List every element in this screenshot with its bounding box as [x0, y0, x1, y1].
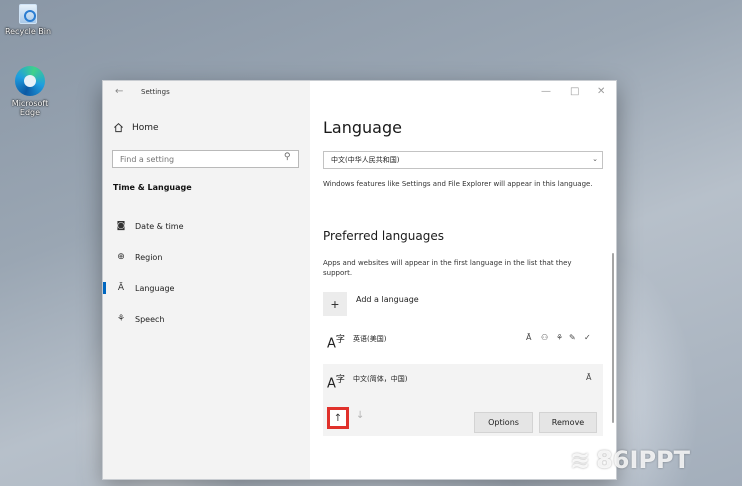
- back-button[interactable]: ←: [115, 86, 123, 97]
- sidebar-item-label: Language: [135, 283, 175, 293]
- microphone-icon: ⚘: [556, 333, 564, 342]
- close-button[interactable]: ✕: [597, 86, 605, 97]
- options-button[interactable]: Options: [474, 412, 533, 433]
- spelling-icon: ✓: [584, 333, 591, 342]
- add-language-label[interactable]: Add a language: [356, 295, 419, 304]
- sidebar: ← Settings Home ⚲ Time & Language ◙ Date…: [103, 81, 310, 479]
- minimize-button[interactable]: —: [541, 86, 551, 97]
- sidebar-item-language[interactable]: Ā Language: [103, 277, 310, 299]
- sidebar-item-speech[interactable]: ⚘ Speech: [103, 308, 310, 330]
- language-glyph-icon: A字: [327, 375, 345, 392]
- calendar-clock-icon: ◙: [116, 221, 126, 231]
- display-language-icon: Ā: [586, 373, 592, 382]
- watermark: ≋ 86IPPT: [570, 446, 690, 474]
- sidebar-item-label: Date & time: [135, 221, 184, 231]
- language-name: 中文(简体，中国): [353, 375, 408, 383]
- section-title: Time & Language: [113, 183, 192, 192]
- speech-icon: ⚇: [541, 333, 549, 342]
- language-name: 英语(美国): [353, 335, 387, 343]
- display-language-description: Windows features like Settings and File …: [323, 180, 593, 188]
- search-icon: ⚲: [284, 152, 291, 162]
- chevron-down-icon: ⌄: [592, 155, 598, 163]
- nav-home[interactable]: Home: [113, 122, 159, 133]
- move-down-button[interactable]: ↓: [356, 410, 364, 421]
- main-content: — □ ✕ Language 中文(中华人民共和国) ⌄ Windows fea…: [310, 81, 616, 479]
- plus-icon: +: [330, 296, 340, 312]
- microphone-icon: ⚘: [116, 314, 126, 324]
- language-icon: Ā: [117, 283, 125, 293]
- page-title: Language: [323, 118, 402, 137]
- handwriting-icon: ✎: [569, 333, 576, 342]
- display-language-select[interactable]: 中文(中华人民共和国) ⌄: [323, 151, 603, 169]
- home-icon: [114, 123, 123, 133]
- desktop-icon-edge[interactable]: Microsoft Edge: [4, 66, 56, 117]
- language-actions-bar: ↑ ↓ Options Remove: [323, 402, 603, 436]
- window-title: Settings: [141, 88, 170, 96]
- display-language-value: 中文(中华人民共和国): [331, 156, 400, 164]
- settings-window: ← Settings Home ⚲ Time & Language ◙ Date…: [102, 80, 617, 480]
- arrow-up-icon: ↑: [333, 412, 343, 424]
- desktop-icon-recycle-bin[interactable]: Recycle Bin: [2, 4, 54, 36]
- desktop-icon-label: Microsoft Edge: [11, 99, 49, 117]
- preferred-languages-description: Apps and websites will appear in the fir…: [323, 259, 572, 277]
- move-up-button[interactable]: ↑: [327, 407, 349, 429]
- desktop-icon-label: Recycle Bin: [4, 27, 52, 36]
- sidebar-item-label: Region: [135, 252, 163, 262]
- display-language-icon: Ā: [526, 333, 532, 342]
- remove-button[interactable]: Remove: [539, 412, 597, 433]
- language-row-zh-cn[interactable]: A字 中文(简体，中国) Ā: [323, 364, 603, 402]
- nav-home-label: Home: [132, 122, 159, 133]
- scrollbar-thumb[interactable]: [612, 253, 614, 423]
- preferred-languages-heading: Preferred languages: [323, 229, 445, 243]
- search-input[interactable]: [112, 150, 299, 168]
- recycle-bin-icon: [19, 4, 37, 24]
- language-glyph-icon: A字: [327, 335, 345, 352]
- sidebar-item-label: Speech: [135, 314, 165, 324]
- sidebar-item-region[interactable]: ⊕ Region: [103, 246, 310, 268]
- globe-icon: ⊕: [117, 252, 125, 262]
- language-row-en-us[interactable]: A字 英语(美国) Ā ⚇ ⚘ ✎ ✓: [323, 324, 603, 362]
- maximize-button[interactable]: □: [570, 86, 579, 97]
- watermark-text: 86IPPT: [596, 446, 690, 474]
- layers-icon: ≋: [570, 446, 591, 474]
- add-language-button[interactable]: +: [323, 292, 347, 316]
- edge-icon: [15, 66, 45, 96]
- sidebar-item-date-time[interactable]: ◙ Date & time: [103, 215, 310, 237]
- title-bar: ← Settings: [103, 81, 310, 107]
